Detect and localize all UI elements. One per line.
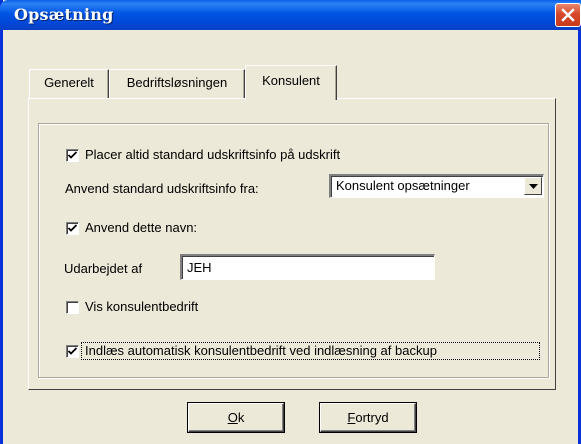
ok-button[interactable]: Ok (188, 403, 284, 432)
checkbox-box[interactable] (66, 345, 79, 358)
anvend-fra-label: Anvend standard udskriftsinfo fra: (65, 181, 259, 196)
chevron-down-icon (529, 184, 538, 189)
checkbox-label: Placer altid standard udskriftsinfo på u… (85, 147, 341, 162)
checkbox-box[interactable] (66, 301, 79, 314)
tab-generelt[interactable]: Generelt (29, 69, 109, 99)
close-icon (561, 8, 575, 22)
tab-label: Konsulent (262, 73, 320, 88)
select-value: Konsulent opsætninger (336, 178, 470, 193)
tab-bedriftslosningen[interactable]: Bedriftsløsningen (109, 69, 245, 99)
checkbox-label: Vis konsulentbedrift (85, 299, 199, 314)
cancel-button[interactable]: Fortryd (320, 403, 416, 432)
dropdown-button[interactable] (524, 177, 542, 195)
tab-konsulent[interactable]: Konsulent (245, 65, 337, 100)
checkbox-box[interactable] (66, 222, 79, 235)
cancel-label-rest: ortryd (355, 409, 389, 425)
tab-label: Generelt (44, 75, 94, 90)
checkbox-box[interactable] (66, 149, 79, 162)
checkmark-icon (68, 224, 77, 232)
window-title: Opsætning (14, 5, 114, 24)
checkmark-icon (68, 151, 77, 159)
checkbox-label: Indlæs automatisk konsulentbedrift ved i… (85, 343, 437, 358)
ok-label-rest: k (237, 409, 245, 425)
checkmark-icon (68, 347, 77, 355)
close-button[interactable] (555, 3, 581, 27)
tab-label: Bedriftsløsningen (126, 75, 228, 90)
udskriftsinfo-source-select[interactable]: Konsulent opsætninger (329, 174, 544, 198)
title-bar[interactable]: Opsætning (0, 0, 581, 30)
udarbejdet-af-input[interactable] (180, 254, 435, 280)
udarbejdet-af-label: Udarbejdet af (64, 261, 143, 276)
checkbox-label: Anvend dette navn: (85, 220, 198, 235)
ok-mnemonic: O (227, 409, 238, 425)
